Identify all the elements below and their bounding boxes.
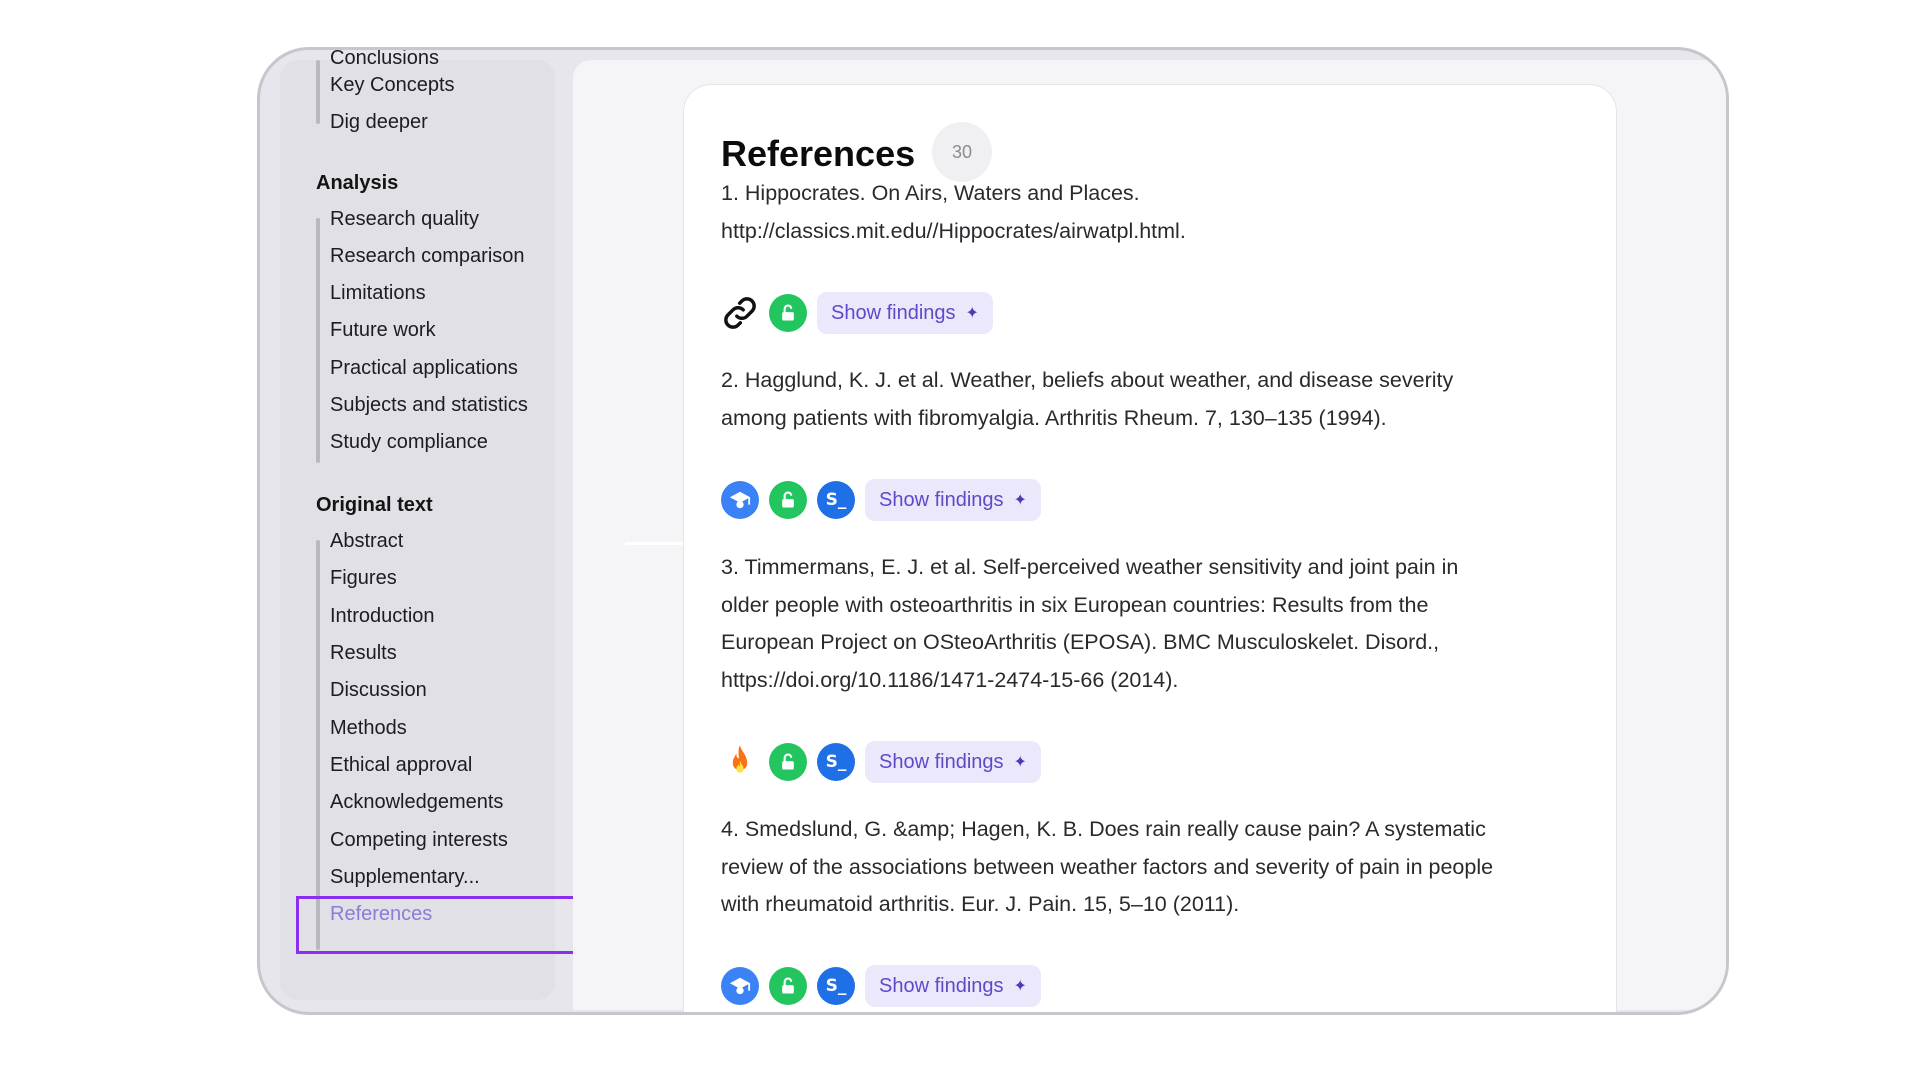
sidebar-item-subjects-statistics[interactable]: Subjects and statistics	[330, 394, 528, 417]
show-findings-label: Show findings	[879, 750, 1004, 773]
reference-line: https://doi.org/10.1186/1471-2474-15-66 …	[721, 667, 1179, 692]
reference-line: 4. Smedslund, G. &amp; Hagen, K. B. Does…	[721, 817, 1486, 841]
sparkle-icon: ✦	[1013, 978, 1027, 995]
sidebar-item-figures[interactable]: Figures	[330, 567, 397, 590]
reference-line: http://classics.mit.edu//Hippocrates/air…	[721, 218, 1186, 243]
page-title: References	[721, 133, 916, 174]
sidebar-heading-original-text: Original text	[316, 494, 433, 516]
scholar-icon[interactable]	[721, 967, 759, 1005]
open-access-icon[interactable]	[769, 481, 807, 519]
show-findings-label: Show findings	[831, 301, 956, 324]
sidebar-item-future-work[interactable]: Future work	[330, 319, 436, 342]
sparkle-icon: ✦	[1013, 492, 1027, 509]
sidebar-heading-analysis: Analysis	[316, 172, 399, 194]
reference-actions: S_ Show findings ✦	[721, 965, 1041, 1007]
open-access-icon[interactable]	[769, 294, 807, 332]
reference-line: with rheumatoid arthritis. Eur. J. Pain.…	[721, 892, 1240, 916]
sidebar-item-competing-interests[interactable]: Competing interests	[330, 829, 508, 852]
reference-line: 2. Hagglund, K. J. et al. Weather, belie…	[721, 368, 1454, 392]
semantic-scholar-icon[interactable]: S_	[817, 967, 855, 1005]
sidebar-item-practical-applications[interactable]: Practical applications	[330, 357, 518, 380]
sidebar-item-methods[interactable]: Methods	[330, 717, 407, 740]
semantic-scholar-icon[interactable]: S_	[817, 743, 855, 781]
scholar-icon[interactable]	[721, 481, 759, 519]
reference-item: 4. Smedslund, G. &amp; Hagen, K. B. Does…	[721, 811, 1581, 924]
show-findings-label: Show findings	[879, 488, 1004, 511]
nav-group-bar	[316, 218, 320, 463]
sparkle-icon: ✦	[965, 305, 979, 322]
nav-group-bar	[316, 540, 320, 950]
reference-item: 3. Timmermans, E. J. et al. Self-perceiv…	[721, 549, 1581, 699]
reference-line: 1. Hippocrates. On Airs, Waters and Plac…	[721, 181, 1140, 205]
fire-icon[interactable]	[721, 743, 759, 781]
sidebar-item-key-concepts[interactable]: Key Concepts	[330, 74, 455, 97]
reference-line: 3. Timmermans, E. J. et al. Self-perceiv…	[721, 555, 1459, 579]
sidebar-item-acknowledgements[interactable]: Acknowledgements	[330, 791, 503, 814]
sidebar-nav: Conclusions Key Concepts Dig deeper Anal…	[280, 50, 555, 1000]
count-badge: 30	[932, 122, 992, 182]
semantic-scholar-icon[interactable]: S_	[817, 481, 855, 519]
reference-actions: S_ Show findings ✦	[721, 741, 1041, 783]
reference-item: 1. Hippocrates. On Airs, Waters and Plac…	[721, 175, 1581, 250]
reference-line: review of the associations between weath…	[721, 854, 1494, 879]
sparkle-icon: ✦	[1013, 754, 1027, 771]
reference-actions: S_ Show findings ✦	[721, 479, 1041, 521]
reference-item: 2. Hagglund, K. J. et al. Weather, belie…	[721, 362, 1581, 437]
reference-line: older people with osteoarthritis in six …	[721, 592, 1429, 617]
sidebar-item-abstract[interactable]: Abstract	[330, 530, 403, 553]
references-card: References 30 1. Hippocrates. On Airs, W…	[683, 84, 1617, 1012]
reference-actions: Show findings ✦	[721, 292, 993, 334]
sidebar-item-dig-deeper[interactable]: Dig deeper	[330, 111, 428, 134]
sidebar-item-discussion[interactable]: Discussion	[330, 679, 427, 702]
nav-group-bar	[316, 60, 320, 124]
show-findings-label: Show findings	[879, 974, 1004, 997]
reference-line: European Project on OSteoArthritis (EPOS…	[721, 630, 1440, 654]
show-findings-button[interactable]: Show findings ✦	[865, 741, 1041, 783]
show-findings-button[interactable]: Show findings ✦	[865, 965, 1041, 1007]
sidebar-item-supplementary[interactable]: Supplementary...	[330, 866, 480, 889]
reference-line: among patients with fibromyalgia. Arthri…	[721, 405, 1387, 430]
sidebar-item-ethical-approval[interactable]: Ethical approval	[330, 754, 472, 777]
show-findings-button[interactable]: Show findings ✦	[817, 292, 993, 334]
open-access-icon[interactable]	[769, 967, 807, 1005]
sidebar-item-research-quality[interactable]: Research quality	[330, 208, 479, 231]
sidebar-item-introduction[interactable]: Introduction	[330, 605, 435, 628]
sidebar-item-research-comparison[interactable]: Research comparison	[330, 245, 525, 268]
open-access-icon[interactable]	[769, 743, 807, 781]
sidebar-item-study-compliance[interactable]: Study compliance	[330, 431, 488, 454]
sidebar-item-results[interactable]: Results	[330, 642, 397, 665]
show-findings-button[interactable]: Show findings ✦	[865, 479, 1041, 521]
divider	[625, 542, 685, 545]
app-window: Conclusions Key Concepts Dig deeper Anal…	[257, 47, 1729, 1015]
sidebar-item-limitations[interactable]: Limitations	[330, 282, 426, 305]
sidebar-item-conclusions[interactable]: Conclusions	[330, 50, 439, 66]
link-icon[interactable]	[721, 294, 759, 332]
